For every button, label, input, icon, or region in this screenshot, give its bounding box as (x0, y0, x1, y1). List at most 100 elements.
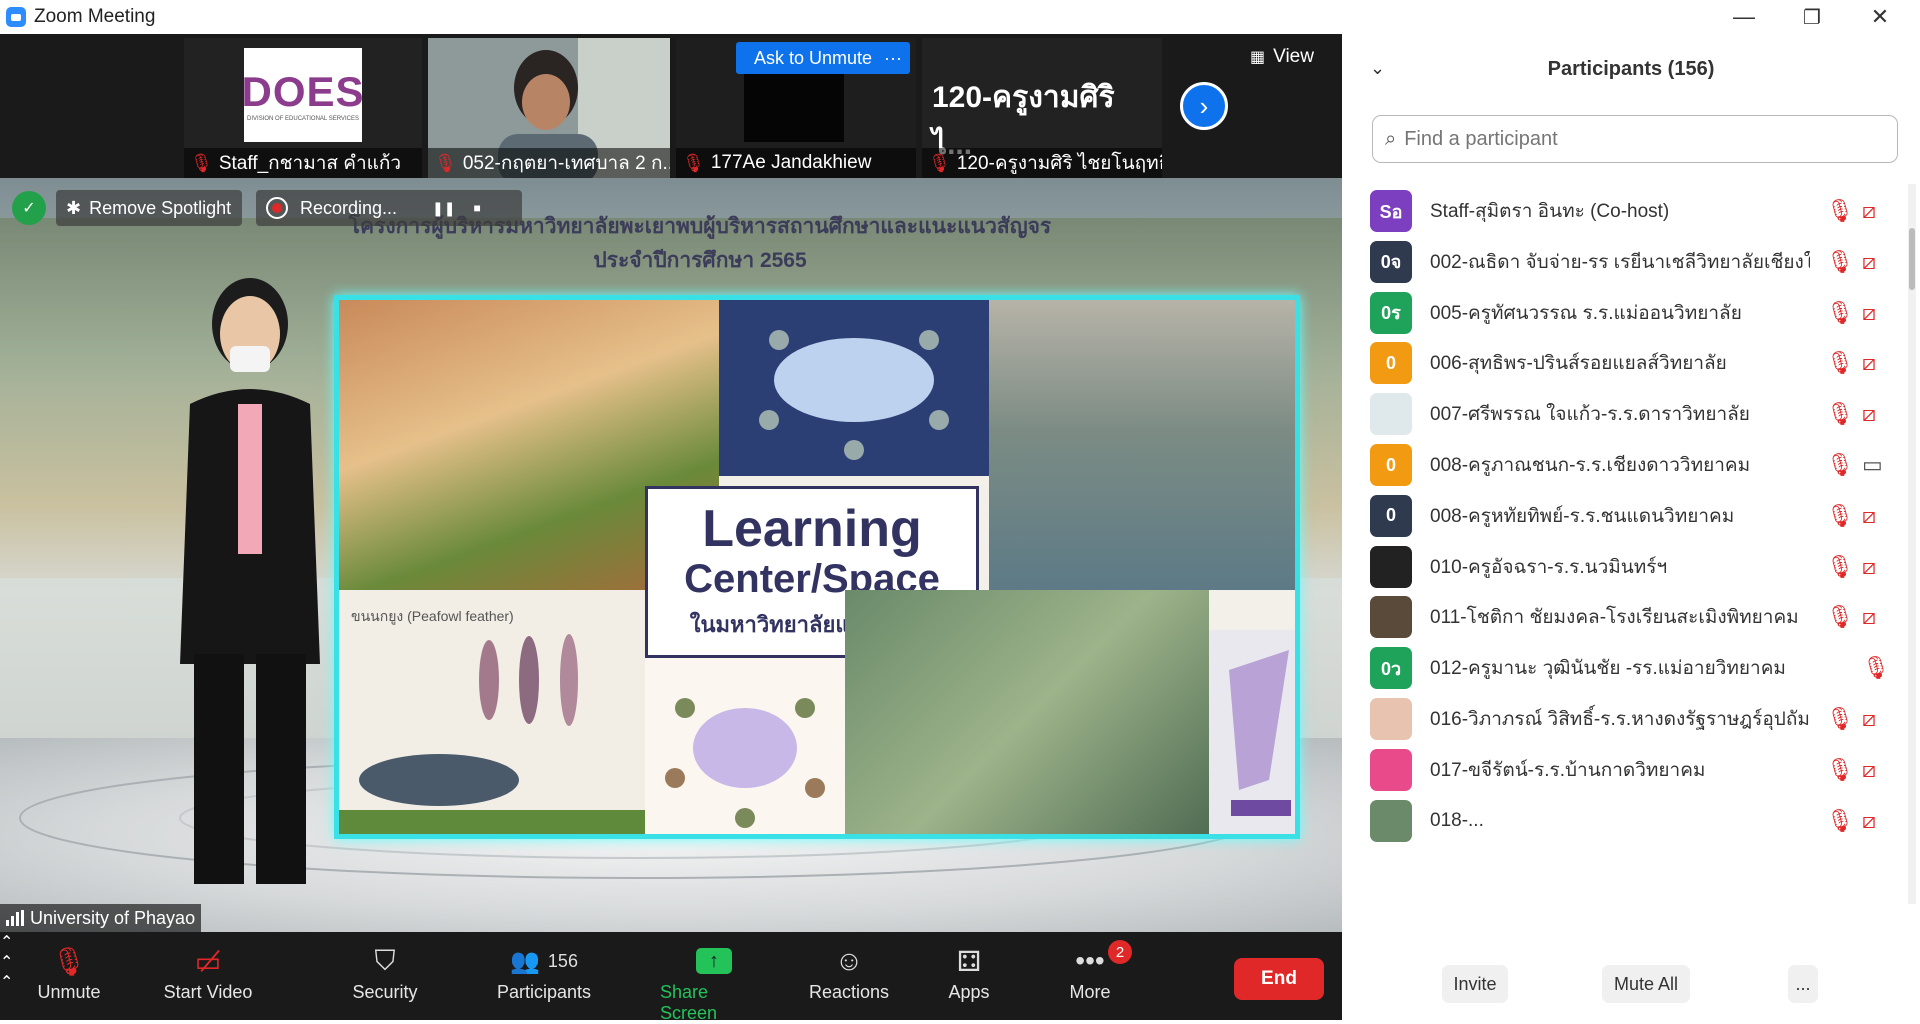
unmute-button[interactable]: 🎙︎ Unmute (34, 940, 104, 1003)
thumb-more-button[interactable]: ··· (876, 42, 910, 74)
view-button[interactable]: ▦ View (1250, 46, 1314, 68)
video-off-icon[interactable]: ⧄ (1862, 554, 1876, 580)
avatar (1370, 799, 1412, 842)
shield-icon: ⛉ (374, 944, 396, 976)
avatar (1370, 698, 1412, 740)
participant-name: 005-ครูทัศนวรรณ ร.ร.แม่ออนวิทยาลัย (1430, 302, 1742, 324)
participant-name: 008-ครูภาณชนก-ร.ร.เชียงดาววิทยาคม (1430, 455, 1751, 476)
avatar: Sอ (1370, 190, 1412, 232)
avatar (1370, 596, 1412, 639)
search-participant[interactable]: ⌕ (1372, 115, 1898, 163)
mic-muted-icon: 🎙︎ (51, 945, 87, 977)
video-off-icon[interactable]: ⧄ (1862, 249, 1876, 275)
participants-button[interactable]: 👥 156 Participants (492, 940, 596, 1003)
meeting-toolbar: 🎙︎ Unmute ⌃ ▭̸ Start Video ⛉ Security 👥 156 … (0, 932, 1342, 1023)
mic-muted-icon[interactable]: 🎙︎ (1826, 706, 1854, 732)
signal-icon (6, 910, 24, 926)
avatar (1370, 748, 1412, 791)
mic-muted-icon: 🎙︎ (928, 152, 951, 173)
participant-thumb[interactable]: 120-ครูงามศิริ ไ... 🎙︎ 120-ครูงามศิริ ไชย… (922, 38, 1162, 178)
mic-muted-icon[interactable]: 🎙︎ (1826, 401, 1854, 427)
classroom-photo (845, 590, 1209, 834)
list-scrollbar[interactable] (1908, 184, 1916, 904)
search-icon: ⌕ (1385, 127, 1397, 150)
mic-muted-icon[interactable]: 🎙︎ (1826, 249, 1854, 275)
recording-indicator: Recording... ❚❚ ■ (256, 190, 522, 226)
award-photo (1209, 630, 1295, 834)
end-meeting-button[interactable]: End (1234, 958, 1324, 1000)
video-off-icon[interactable]: ⧄ (1862, 503, 1876, 529)
more-button[interactable]: ••• More (1066, 940, 1114, 1003)
search-input[interactable] (1404, 127, 1865, 151)
title-bar: Zoom Meeting (0, 0, 1920, 34)
participant-name: 010-ครูอัจฉรา-ร.ร.นวมินทร์ฯ (1430, 556, 1668, 578)
participant-name: Staff-สุมิตรา อินทะ (Co-host) (1430, 201, 1670, 222)
ask-to-unmute-button[interactable]: Ask to Unmute (736, 42, 890, 74)
avatar: 0 (1370, 342, 1412, 385)
share-screen-icon: ↑ (696, 940, 732, 982)
start-video-button[interactable]: ▭̸ Start Video (158, 940, 258, 1003)
grid-icon: ▦ (1250, 49, 1266, 66)
avatar: 0 (1370, 444, 1412, 486)
video-off-icon[interactable]: ⧄ (1862, 706, 1876, 732)
thumb-name: 🎙︎ 052-กฤตยา-เทศบาล 2 ก... (428, 148, 670, 178)
map-infographic (719, 300, 989, 476)
avatar: 0ร (1370, 291, 1412, 334)
video-icon[interactable]: ▭ (1862, 452, 1883, 478)
mic-muted-icon[interactable]: 🎙︎ (1826, 300, 1854, 326)
thumbnail-strip: DOES DIVISION OF EDUCATIONAL SERVICES 🎙︎… (0, 34, 1342, 178)
apps-icon: ⚃ (956, 945, 982, 977)
avatar: 0จ (1370, 240, 1412, 283)
participant-list: Sอ Staff-สุมิตรา อินทะ (Co-host) 🎙︎ ⧄ 0จ 002-… (1342, 174, 1908, 912)
invite-button[interactable]: Invite (1442, 965, 1508, 1003)
security-button[interactable]: ⛉ Security (344, 940, 426, 1003)
close-button[interactable]: ✕ (1846, 0, 1914, 34)
participants-panel: ⌄ Participants (156) ⌕ SอStaff-สุมิตรา อ… (1342, 34, 1920, 1020)
mic-muted-icon[interactable]: 🎙︎ (1862, 655, 1890, 681)
video-off-icon[interactable]: ⧄ (1862, 604, 1876, 630)
peacock-panel: ขนนกยูง (Peafowl feather) (339, 590, 645, 834)
video-off-icon[interactable]: ⧄ (1862, 300, 1876, 326)
minimize-button[interactable]: — (1710, 0, 1778, 34)
pin-icon: ✱ (66, 197, 82, 218)
panel-more-button[interactable]: ... (1788, 965, 1818, 1003)
mic-muted-icon: 🎙︎ (682, 152, 705, 173)
mic-muted-icon[interactable]: 🎙︎ (1826, 452, 1854, 478)
avatar: 0 (1370, 494, 1412, 537)
participant-name: 011-โชติกา ชัยมงคล-โรงเรียนสะเมิงพิทยาคม (1430, 607, 1799, 629)
reactions-button[interactable]: ☺ Reactions (808, 940, 890, 1003)
participant-row[interactable]: 018-... 🎙︎ ⧄ (1342, 790, 1908, 852)
video-off-icon[interactable]: ⧄ (1862, 757, 1876, 783)
apps-button[interactable]: ⚃ Apps (946, 940, 992, 1003)
video-off-icon[interactable]: ⧄ (1862, 350, 1876, 376)
more-dots-icon: ••• (1075, 945, 1105, 976)
remove-spotlight-button[interactable]: ✱ Remove Spotlight (56, 190, 242, 226)
mic-muted-icon[interactable]: 🎙︎ (1826, 604, 1854, 630)
video-off-icon[interactable]: ⧄ (1862, 198, 1876, 224)
record-icon (266, 197, 288, 219)
participant-thumb[interactable]: DOES DIVISION OF EDUCATIONAL SERVICES 🎙︎… (184, 38, 422, 178)
participant-name: 018-... (1430, 809, 1484, 831)
avatar: 0ว (1370, 647, 1412, 690)
mic-muted-icon[interactable]: 🎙︎ (1826, 503, 1854, 529)
window-title: Zoom Meeting (34, 6, 156, 27)
mic-muted-icon[interactable]: 🎙︎ (1826, 198, 1854, 224)
presentation-screen: ขนนกยูง (Peafowl feather) Learning Cente… (334, 295, 1300, 839)
mic-muted-icon[interactable]: 🎙︎ (1826, 808, 1854, 834)
ingredient-diagram (645, 658, 845, 834)
participant-thumb[interactable]: 🎙︎ 052-กฤตยา-เทศบาล 2 ก... (428, 38, 670, 178)
pool-photo (989, 300, 1295, 590)
thumb-name: 🎙︎120-ครูงามศิริ ไชยโนฤทธิ์... (922, 148, 1162, 178)
mic-muted-icon[interactable]: 🎙︎ (1826, 350, 1854, 376)
mute-all-button[interactable]: Mute All (1602, 965, 1690, 1003)
mic-muted-icon[interactable]: 🎙︎ (1826, 554, 1854, 580)
pause-icon[interactable]: ❚❚ (432, 200, 455, 217)
next-page-button[interactable]: › (1180, 82, 1228, 130)
video-off-icon[interactable]: ⧄ (1862, 401, 1876, 427)
mic-muted-icon[interactable]: 🎙︎ (1826, 757, 1854, 783)
share-screen-button[interactable]: ↑ Share Screen (660, 940, 768, 1024)
connection-label: University of Phayao (0, 904, 202, 932)
stop-icon[interactable]: ■ (473, 201, 480, 215)
restore-button[interactable]: ❐ (1778, 0, 1846, 34)
video-off-icon[interactable]: ⧄ (1862, 808, 1876, 834)
